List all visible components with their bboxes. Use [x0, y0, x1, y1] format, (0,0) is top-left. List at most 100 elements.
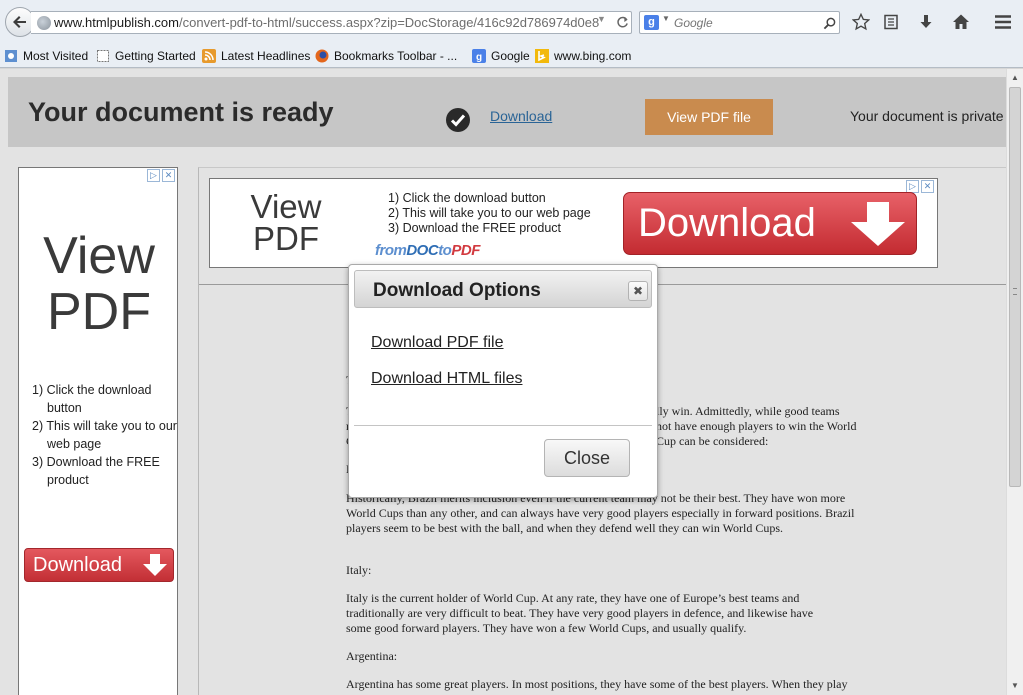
- ad-steps-list: 1) Click the download button 2) This wil…: [388, 191, 591, 236]
- bookmark-bing[interactable]: www.bing.com: [535, 47, 631, 65]
- url-path: /convert-pdf-to-html/success.aspx?zip=Do…: [179, 15, 599, 30]
- doc-line: Argentina has some great players. In mos…: [346, 677, 848, 691]
- checkmark-icon: [446, 108, 470, 132]
- chevron-down-icon[interactable]: ▼: [662, 14, 670, 23]
- dialog-title: Download Options: [373, 280, 541, 301]
- bookmark-latest-headlines[interactable]: Latest Headlines: [202, 47, 310, 65]
- dialog-divider: [354, 425, 652, 426]
- download-options-dialog: Download Options ✖ Download PDF file Dow…: [348, 264, 658, 498]
- bookmarks-list-icon: [884, 14, 898, 30]
- url-host: www.htmlpublish.com: [54, 15, 179, 30]
- vertical-scrollbar[interactable]: ▲ ▼: [1006, 69, 1023, 695]
- download-arrow-icon: [920, 15, 932, 28]
- doc-line: Cup can be considered:: [656, 434, 769, 448]
- doc-line: players seem to be best with the ball, a…: [346, 521, 784, 535]
- doc-line: lly win. Admittedly, while good teams: [656, 404, 840, 418]
- bookmarks-toolbar: Most Visited Getting Started Latest Head…: [0, 44, 1023, 68]
- ad-choices[interactable]: ▷ ✕: [147, 169, 175, 183]
- site-identity-icon[interactable]: [37, 16, 51, 30]
- bookmark-label: Latest Headlines: [221, 49, 311, 63]
- bing-icon: [535, 49, 549, 63]
- doc-line: not have enough players to win the World: [656, 419, 857, 433]
- banner-download-label: Download: [638, 201, 816, 245]
- doc-line: World Cups than any other, and can alway…: [346, 506, 855, 520]
- address-bar[interactable]: www.htmlpublish.com/convert-pdf-to-html/…: [31, 11, 632, 34]
- most-visited-icon: [5, 50, 17, 62]
- download-link[interactable]: Download: [490, 108, 552, 124]
- bookmarks-menu-button[interactable]: [878, 10, 904, 34]
- page-icon: [97, 50, 109, 62]
- ad-headline-line: PDF: [253, 220, 319, 257]
- bookmark-label: Google: [491, 49, 530, 63]
- menu-button[interactable]: [990, 10, 1016, 34]
- search-engine-icon[interactable]: g: [644, 15, 659, 30]
- bookmark-label: www.bing.com: [554, 49, 632, 63]
- bookmark-google[interactable]: g Google: [472, 47, 530, 65]
- ad-close-icon[interactable]: ✕: [921, 180, 934, 193]
- url-history-dropdown-icon[interactable]: ▼: [597, 14, 606, 24]
- banner-advertisement[interactable]: ▷ ✕ View PDF 1) Click the download butto…: [209, 178, 938, 268]
- doc-line: traditionally are very difficult to beat…: [346, 606, 814, 620]
- ad-download-button[interactable]: Download: [24, 548, 174, 582]
- ad-steps-list: 1) Click the download button 2) This wil…: [32, 381, 177, 489]
- ad-info-icon[interactable]: ▷: [147, 169, 160, 182]
- doc-line: some good forward players. They have won…: [346, 621, 747, 635]
- hamburger-menu-icon: [995, 15, 1011, 29]
- url-text[interactable]: www.htmlpublish.com/convert-pdf-to-html/…: [54, 15, 599, 30]
- back-arrow-icon: [13, 16, 26, 28]
- brand-part: PDF: [451, 242, 480, 259]
- scroll-down-icon[interactable]: ▼: [1011, 681, 1019, 690]
- ad-step: 2) This will take you to our web page: [32, 419, 177, 451]
- ad-step: 1) Click the download button: [32, 383, 152, 415]
- rss-icon: [202, 49, 216, 63]
- ad-headline-line: PDF: [47, 283, 151, 341]
- download-pdf-file-link[interactable]: Download PDF file: [371, 334, 504, 352]
- bookmark-label: Bookmarks Toolbar - ...: [334, 49, 458, 63]
- ad-close-icon[interactable]: ✕: [162, 169, 175, 182]
- downloads-button[interactable]: [913, 10, 939, 34]
- page-header: Your document is ready Download View PDF…: [8, 77, 1006, 147]
- bookmark-bookmarks-toolbar[interactable]: Bookmarks Toolbar - ...: [315, 47, 457, 65]
- ad-step: 2) This will take you to our web page: [388, 206, 591, 220]
- doc-heading: Argentina:: [346, 649, 398, 663]
- bookmark-most-visited[interactable]: Most Visited: [4, 47, 88, 65]
- firefox-icon: [315, 49, 329, 63]
- view-pdf-file-button[interactable]: View PDF file: [645, 99, 773, 135]
- download-arrow-icon: [851, 202, 905, 246]
- brand-part: to: [438, 242, 452, 259]
- bookmark-label: Most Visited: [23, 49, 89, 63]
- bookmark-getting-started[interactable]: Getting Started: [96, 47, 196, 65]
- navigation-toolbar: www.htmlpublish.com/convert-pdf-to-html/…: [0, 0, 1023, 44]
- ad-headline-line: View: [43, 227, 155, 285]
- grip-icon: [1013, 288, 1017, 295]
- ad-download-label: Download: [33, 553, 122, 576]
- reload-icon[interactable]: [613, 13, 631, 31]
- home-button[interactable]: [948, 10, 974, 34]
- page-title: Your document is ready: [28, 97, 334, 127]
- privacy-note: Your document is private: [850, 108, 1004, 124]
- ad-headline: View PDF: [246, 188, 326, 257]
- bookmark-label: Getting Started: [115, 49, 196, 63]
- ad-brand-logo: fromDOCtoPDF: [375, 242, 480, 259]
- brand-part: from: [375, 242, 407, 259]
- ad-step: 3) Download the FREE product: [388, 221, 562, 235]
- scrollbar-thumb[interactable]: [1009, 87, 1021, 487]
- banner-download-button[interactable]: Download: [623, 192, 917, 255]
- search-input[interactable]: [674, 14, 814, 31]
- star-icon: [852, 13, 870, 31]
- bookmark-star-button[interactable]: [848, 10, 874, 34]
- download-html-files-link[interactable]: Download HTML files: [371, 370, 522, 388]
- svg-text:g: g: [476, 52, 482, 63]
- dialog-header: Download Options ✖: [354, 270, 652, 308]
- search-bar[interactable]: g ▼: [639, 11, 840, 34]
- ad-step: 1) Click the download button: [388, 191, 546, 205]
- ad-step: 3) Download the FREE product: [32, 455, 160, 487]
- download-arrow-icon: [143, 554, 167, 576]
- left-advertisement[interactable]: ▷ ✕ View PDF 1) Click the download butto…: [18, 167, 178, 695]
- search-icon[interactable]: [820, 14, 838, 32]
- scroll-up-icon[interactable]: ▲: [1011, 73, 1019, 82]
- close-button[interactable]: Close: [544, 439, 630, 477]
- ad-headline-line: View: [250, 188, 322, 225]
- doc-line: Italy is the current holder of World Cup…: [346, 591, 800, 605]
- close-icon[interactable]: ✖: [628, 281, 648, 301]
